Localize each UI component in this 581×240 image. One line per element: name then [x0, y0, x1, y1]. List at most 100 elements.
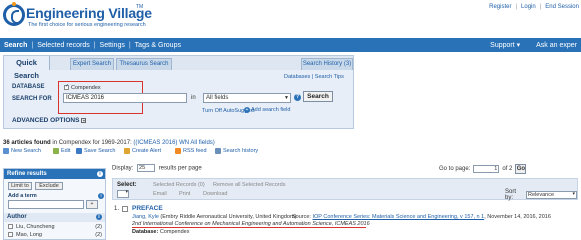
select-label: Select: [117, 182, 137, 188]
save-search-button[interactable]: Save Search [76, 148, 116, 154]
author-facet-header[interactable]: Author i [4, 213, 105, 222]
email-link[interactable]: Email [153, 191, 167, 197]
limit-to-button[interactable]: Limit to [8, 182, 32, 190]
search-input[interactable]: ICMEAS 2016 [63, 93, 187, 103]
advanced-options-label: ADVANCED OPTIONS [12, 117, 80, 124]
sort-control: Sort by: Relevance [505, 189, 578, 201]
database-label: DATABASE [12, 84, 45, 90]
print-link[interactable]: Print [179, 191, 190, 197]
search-button[interactable]: Search [303, 91, 333, 102]
author-link[interactable]: Jiang, Kyle [132, 214, 159, 220]
search-for-label: SEARCH FOR [12, 96, 52, 102]
rss-feed-button[interactable]: RSS feed [175, 148, 207, 154]
in-label: in [191, 95, 196, 101]
record-title[interactable]: PREFACE [132, 205, 163, 212]
checkbox-icon[interactable] [8, 224, 13, 230]
separator: | [539, 4, 542, 10]
tab-thesaurus-search[interactable]: Thesaurus Search [116, 58, 172, 70]
save-search-label: Save Search [84, 148, 116, 154]
database-label: Database: [132, 229, 160, 235]
field-select-value: All fields [206, 95, 229, 101]
remove-all-selected-link[interactable]: Remove all Selected Records [213, 182, 285, 188]
select-dropdown[interactable] [117, 189, 129, 198]
nav-search[interactable]: Search [4, 42, 27, 49]
register-link[interactable]: Register [489, 4, 511, 10]
advanced-options-toggle[interactable]: ADVANCED OPTIONS + [12, 117, 87, 124]
source-details: , November 14, 2016, 2016 [484, 214, 551, 220]
display-control: Display: 25 results per page [112, 164, 202, 172]
download-link[interactable]: Download [203, 191, 227, 197]
search-history-label: Search history [223, 148, 259, 154]
edit-icon [53, 148, 59, 154]
tab-expert-search[interactable]: Expert Search [70, 58, 114, 70]
term-input[interactable] [8, 200, 84, 209]
support-menu[interactable]: Support ▾ [490, 41, 520, 49]
edit-label: Edit [61, 148, 71, 154]
checkbox-icon[interactable] [8, 232, 13, 238]
add-term-label: Add a term [8, 193, 37, 199]
author-name: Liu, Chuncheng [16, 224, 55, 230]
checkbox-icon[interactable] [64, 83, 69, 91]
info-icon[interactable]: i [98, 193, 104, 199]
per-page-label: results per page [158, 165, 202, 172]
record-number: 1. [114, 206, 120, 212]
login-link[interactable]: Login [521, 4, 536, 10]
sort-select[interactable]: Relevance [526, 191, 578, 199]
main-nav: Search | Selected records | Settings | T… [0, 38, 581, 52]
info-icon[interactable]: i [97, 171, 103, 177]
ask-expert-link[interactable]: Ask an exper [536, 42, 577, 49]
logo-icon [3, 4, 25, 26]
refine-header: Refine results [4, 169, 105, 179]
create-alert-button[interactable]: Create Alert [124, 148, 161, 154]
results-count: 36 articles found [3, 140, 51, 146]
database-name: Compendex [71, 85, 101, 91]
new-search-button[interactable]: New Search [3, 148, 41, 154]
separator: | [93, 41, 96, 49]
logo-dot-icon [12, 2, 16, 6]
nav-selected-records[interactable]: Selected records [37, 42, 90, 49]
author-count: (2) [95, 232, 102, 238]
add-term-button[interactable]: + [86, 200, 98, 209]
history-icon [215, 148, 221, 154]
author-facet-item[interactable]: Mao, Long (2) [8, 232, 102, 240]
alert-icon [124, 148, 130, 154]
nav-settings[interactable]: Settings [100, 42, 125, 49]
page-input[interactable]: 1 [473, 165, 500, 173]
highlight-underline [132, 227, 366, 228]
results-per-page-select[interactable]: 25 [137, 164, 156, 172]
results-summary: 36 articles found in Compendex for 1969-… [3, 140, 215, 146]
source-link[interactable]: IOP Conference Series: Materials Science… [312, 214, 484, 220]
field-select[interactable]: All fields ▼ [203, 93, 291, 103]
tab-search-history[interactable]: Search History (3) [301, 58, 353, 70]
author-facet-item[interactable]: Liu, Chuncheng (2) [8, 224, 102, 232]
info-icon[interactable]: i [96, 214, 102, 220]
search-history-button[interactable]: Search history [215, 148, 258, 154]
go-button[interactable]: Go [515, 164, 527, 174]
tagline: The first choice for serious engineering… [28, 22, 146, 28]
rss-feed-label: RSS feed [183, 148, 207, 154]
display-label: Display: [112, 165, 134, 172]
add-search-field[interactable]: + Add search field [244, 107, 290, 113]
separator: | [128, 41, 131, 49]
author-name: Mao, Long [16, 232, 42, 238]
save-icon [76, 148, 82, 154]
record-checkbox[interactable] [122, 206, 128, 212]
sort-label: Sort by: [505, 189, 517, 201]
author-affiliation: (Embry Riddle Aeronautical University, U… [158, 214, 297, 220]
edit-button[interactable]: Edit [53, 148, 70, 154]
results-toolbar: New Search Edit Save Search Create Alert… [3, 148, 578, 157]
results-query: ((ICMEAS 2016) WN All fields) [133, 140, 215, 146]
pagination: Go to page: 1 of 2 Go [439, 164, 527, 174]
selected-records-link[interactable]: Selected Records (0) [153, 182, 205, 188]
end-session-link[interactable]: End Session [545, 4, 579, 10]
database-value: Compendex [159, 229, 190, 235]
tab-quick-search[interactable]: Quick Search [4, 56, 50, 80]
results-panel: Display: 25 results per page Go to page:… [112, 164, 578, 240]
brand-name[interactable]: Engineering Village [26, 5, 152, 21]
chevron-down-icon: ▼ [284, 95, 289, 101]
exclude-button[interactable]: Exclude [35, 182, 63, 190]
database-checkbox-compendex[interactable]: Compendex [64, 83, 101, 91]
databases-search-tips-links[interactable]: Databases | Search Tips [284, 74, 344, 80]
help-icon[interactable]: ? [294, 94, 301, 101]
nav-tags-groups[interactable]: Tags & Groups [135, 42, 181, 49]
